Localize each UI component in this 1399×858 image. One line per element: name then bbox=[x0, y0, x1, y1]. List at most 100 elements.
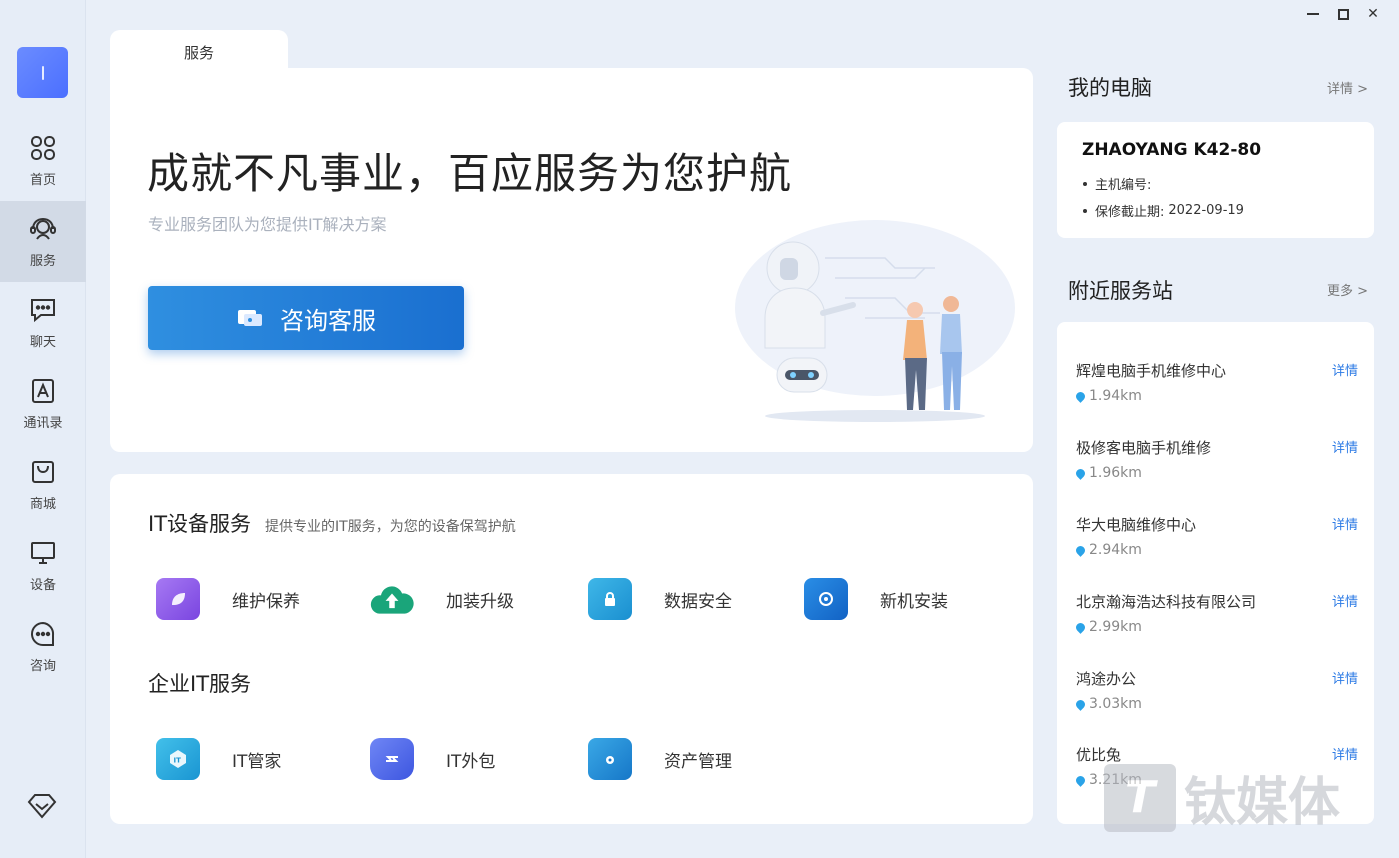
close-button[interactable]: ✕ bbox=[1365, 6, 1381, 22]
sidebar-item-chat[interactable]: 聊天 bbox=[0, 282, 86, 363]
pc-host-row: 主机编号: bbox=[1083, 174, 1151, 193]
location-pin-icon bbox=[1074, 543, 1087, 557]
tab-label: 服务 bbox=[183, 43, 214, 62]
it-steward-icon: IT bbox=[156, 738, 200, 780]
sidebar-item-label: 设备 bbox=[29, 578, 56, 593]
close-icon: ✕ bbox=[1367, 6, 1379, 22]
consult-service-button[interactable]: 咨询客服 bbox=[148, 286, 464, 350]
my-pc-card[interactable]: ZHAOYANG K42-80 主机编号: 保修截止期: 2022-09-19 bbox=[1057, 122, 1374, 238]
station-name: 辉煌电脑手机维修中心 bbox=[1076, 362, 1227, 380]
station-detail-link[interactable]: 详情 bbox=[1332, 668, 1358, 687]
station-item[interactable]: 辉煌电脑手机维修中心 详情 1.94km bbox=[1074, 360, 1358, 424]
services-panel: IT设备服务 提供专业的IT服务，为您的设备保驾护航 维护保养 加装升级 数据安… bbox=[110, 474, 1033, 824]
station-name: 华大电脑维修中心 bbox=[1076, 516, 1197, 534]
station-item[interactable]: 鸿途办公 详情 3.03km bbox=[1074, 668, 1358, 732]
maximize-button[interactable] bbox=[1335, 6, 1351, 22]
service-it-outsource[interactable]: IT外包 bbox=[370, 738, 495, 780]
location-pin-icon bbox=[1074, 697, 1087, 711]
service-upgrade[interactable]: 加装升级 bbox=[370, 578, 514, 620]
hero-subtitle: 专业服务团队为您提供IT解决方案 bbox=[148, 215, 387, 234]
diamond-icon bbox=[27, 794, 57, 819]
contacts-icon bbox=[28, 376, 58, 406]
hero-title: 成就不凡事业，百应服务为您护航 bbox=[147, 149, 793, 198]
station-distance-value: 2.94km bbox=[1089, 542, 1142, 558]
service-label: 加装升级 bbox=[446, 591, 514, 612]
install-monitor-icon bbox=[804, 578, 848, 620]
station-name: 北京瀚海浩达科技有限公司 bbox=[1076, 593, 1257, 611]
stations-more-link[interactable]: 更多 > bbox=[1327, 280, 1368, 299]
robot-illustration bbox=[735, 220, 1015, 422]
watermark-text: 钛媒体 bbox=[1184, 773, 1341, 833]
sidebar: 首页 服务 聊天 通讯录 商城 设备 咨询 bbox=[0, 0, 86, 858]
minimize-button[interactable] bbox=[1305, 6, 1321, 22]
service-card-icon bbox=[238, 310, 262, 326]
station-detail-link[interactable]: 详情 bbox=[1332, 360, 1358, 379]
enterprise-services-header: 企业IT服务 bbox=[148, 668, 251, 698]
station-detail-link[interactable]: 详情 bbox=[1332, 437, 1358, 456]
service-maintenance[interactable]: 维护保养 bbox=[156, 578, 300, 620]
chat-icon bbox=[28, 295, 58, 325]
sidebar-item-label: 聊天 bbox=[29, 335, 56, 350]
outsource-icon bbox=[370, 738, 414, 780]
leaf-icon bbox=[156, 578, 200, 620]
watermark: T 钛媒体 bbox=[1104, 760, 1340, 835]
settings-diamond-button[interactable] bbox=[26, 790, 58, 822]
maximize-icon bbox=[1337, 8, 1349, 20]
enterprise-services-title: 企业IT服务 bbox=[148, 672, 252, 696]
station-item[interactable]: 华大电脑维修中心 详情 2.94km bbox=[1074, 514, 1358, 578]
location-pin-icon bbox=[1074, 773, 1087, 787]
lock-folder-icon bbox=[588, 578, 632, 620]
sidebar-item-label: 商城 bbox=[29, 497, 56, 512]
hero-banner: 成就不凡事业，百应服务为您护航 专业服务团队为您提供IT解决方案 咨询客服 bbox=[110, 68, 1033, 452]
it-services-header: IT设备服务 提供专业的IT服务，为您的设备保驾护航 bbox=[148, 508, 516, 538]
service-new-install[interactable]: 新机安装 bbox=[804, 578, 948, 620]
station-distance: 3.03km bbox=[1074, 696, 1142, 712]
pc-model: ZHAOYANG K42-80 bbox=[1082, 140, 1262, 160]
location-pin-icon bbox=[1074, 620, 1087, 634]
stations-title: 附近服务站 bbox=[1068, 279, 1173, 303]
window-controls: ✕ bbox=[1305, 6, 1381, 22]
home-grid-icon bbox=[28, 133, 58, 163]
watermark-logo: T bbox=[1104, 763, 1176, 832]
station-distance-value: 1.96km bbox=[1089, 465, 1142, 481]
service-label: IT外包 bbox=[446, 751, 496, 772]
sidebar-item-shop[interactable]: 商城 bbox=[0, 444, 86, 525]
service-data-security[interactable]: 数据安全 bbox=[588, 578, 732, 620]
it-services-description: 提供专业的IT服务，为您的设备保驾护航 bbox=[265, 519, 516, 535]
station-distance-value: 3.03km bbox=[1089, 696, 1142, 712]
station-item[interactable]: 极修客电脑手机维修 详情 1.96km bbox=[1074, 437, 1358, 501]
station-distance: 2.99km bbox=[1074, 619, 1142, 635]
station-distance-value: 1.94km bbox=[1089, 388, 1142, 404]
station-detail-link[interactable]: 详情 bbox=[1332, 514, 1358, 533]
service-agent-icon bbox=[28, 214, 58, 244]
sidebar-item-consult[interactable]: 咨询 bbox=[0, 606, 86, 687]
my-pc-title: 我的电脑 bbox=[1068, 76, 1152, 100]
consult-button-label: 咨询客服 bbox=[280, 306, 376, 335]
sidebar-item-label: 咨询 bbox=[29, 659, 56, 674]
station-distance-value: 2.99km bbox=[1089, 619, 1142, 635]
station-item[interactable]: 北京瀚海浩达科技有限公司 详情 2.99km bbox=[1074, 591, 1358, 655]
service-it-steward[interactable]: IT IT管家 bbox=[156, 738, 281, 780]
station-distance: 1.94km bbox=[1074, 388, 1142, 404]
pc-warranty-date: 2022-09-19 bbox=[1168, 203, 1244, 218]
service-asset-management[interactable]: 资产管理 bbox=[588, 738, 732, 780]
pc-warranty-label: 保修截止期: bbox=[1095, 205, 1165, 220]
sidebar-item-label: 首页 bbox=[29, 173, 56, 188]
sidebar-item-service[interactable]: 服务 bbox=[0, 201, 86, 282]
sidebar-item-home[interactable]: 首页 bbox=[0, 120, 86, 201]
service-label: 维护保养 bbox=[232, 591, 300, 612]
sidebar-item-label: 服务 bbox=[29, 254, 56, 269]
station-name: 极修客电脑手机维修 bbox=[1076, 439, 1212, 457]
sidebar-item-devices[interactable]: 设备 bbox=[0, 525, 86, 606]
service-label: 新机安装 bbox=[880, 591, 948, 612]
sidebar-item-contacts[interactable]: 通讯录 bbox=[0, 363, 86, 444]
app-logo bbox=[17, 47, 68, 98]
my-pc-detail-link[interactable]: 详情 > bbox=[1327, 78, 1368, 97]
device-monitor-icon bbox=[28, 538, 58, 568]
location-pin-icon bbox=[1074, 466, 1087, 480]
stations-list: 辉煌电脑手机维修中心 详情 1.94km 极修客电脑手机维修 详情 1.96km… bbox=[1057, 322, 1374, 824]
station-detail-link[interactable]: 详情 bbox=[1332, 591, 1358, 610]
station-name: 鸿途办公 bbox=[1076, 670, 1137, 688]
consult-icon bbox=[28, 619, 58, 649]
pc-warranty-row: 保修截止期: 2022-09-19 bbox=[1083, 201, 1244, 220]
